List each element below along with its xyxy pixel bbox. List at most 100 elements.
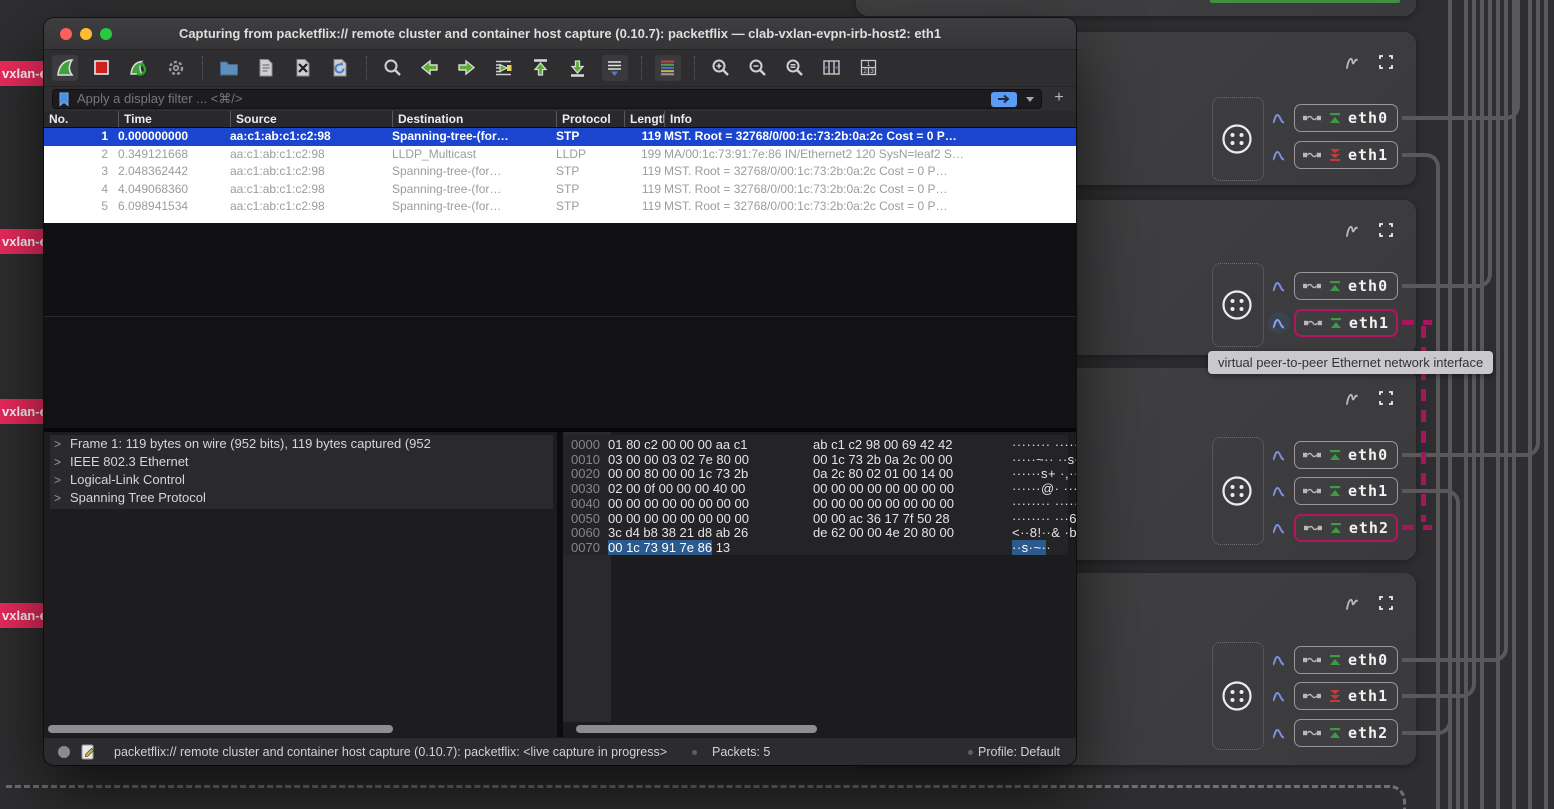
interface-pill-eth1-captured[interactable]: eth1	[1294, 309, 1398, 337]
close-window-button[interactable]	[60, 28, 72, 40]
interface-pill-eth0[interactable]: eth0	[1294, 646, 1398, 674]
traffic-wave-icon[interactable]	[1268, 107, 1290, 129]
open-capture-file-button[interactable]	[216, 55, 242, 81]
expander-icon[interactable]: >	[54, 437, 61, 451]
go-to-last-packet-button[interactable]	[565, 55, 591, 81]
traffic-wave-icon[interactable]	[1268, 144, 1290, 166]
traffic-wave-icon[interactable]	[1268, 275, 1290, 297]
save-capture-file-button[interactable]	[253, 55, 279, 81]
interface-pill-eth0[interactable]: eth0	[1294, 441, 1398, 469]
restart-capture-button[interactable]	[126, 55, 152, 81]
hex-hscrollbar[interactable]	[567, 725, 1067, 733]
link-up-icon	[1328, 484, 1342, 498]
packet-row[interactable]: 10.000000000aa:c1:ab:c1:c2:98Spanning-tr…	[44, 128, 1076, 146]
find-packet-button[interactable]	[380, 55, 406, 81]
zoom-window-button[interactable]	[100, 28, 112, 40]
detail-tree-item[interactable]: >Spanning Tree Protocol	[54, 490, 206, 508]
add-filter-button[interactable]: +	[1050, 90, 1068, 108]
stop-capture-button[interactable]	[89, 55, 115, 81]
filter-history-dropdown[interactable]	[1023, 92, 1037, 107]
packet-list-empty-area[interactable]	[44, 316, 1076, 429]
expander-icon[interactable]: >	[54, 491, 61, 505]
traffic-wave-icon[interactable]	[1268, 312, 1290, 334]
node-name-badge[interactable]: vxlan-e	[0, 229, 46, 254]
packet-row[interactable]: 56.098941534aa:c1:ab:c1:c2:98Spanning-tr…	[44, 198, 1076, 216]
expand-icon[interactable]	[1377, 53, 1395, 78]
column-header-destination[interactable]: Destination	[392, 111, 556, 127]
traffic-wave-icon[interactable]	[1268, 480, 1290, 502]
details-hscrollbar[interactable]	[48, 725, 548, 733]
column-header-source[interactable]: Source	[230, 111, 392, 127]
hex-dump-pane[interactable]: 000001 80 c2 00 00 00 aa c1ab c1 c2 98 0…	[563, 432, 1076, 737]
packet-details-pane[interactable]: >Frame 1: 119 bytes on wire (952 bits), …	[44, 432, 557, 737]
expand-icon[interactable]	[1377, 594, 1395, 619]
go-back-button[interactable]	[417, 55, 443, 81]
zoom-in-button[interactable]	[708, 55, 734, 81]
number-columns-button[interactable]: 123	[856, 55, 882, 81]
close-capture-file-button[interactable]	[290, 55, 316, 81]
traffic-wave-icon[interactable]	[1268, 517, 1290, 539]
capture-squiggle-icon[interactable]	[1343, 221, 1363, 246]
column-header-time[interactable]: Time	[118, 111, 230, 127]
zoom-out-button[interactable]	[745, 55, 771, 81]
traffic-wave-icon[interactable]	[1268, 444, 1290, 466]
interface-pill-eth1[interactable]: eth1	[1294, 141, 1398, 169]
traffic-wave-icon[interactable]	[1268, 685, 1290, 707]
cable-icon	[1302, 690, 1322, 702]
expander-icon[interactable]: >	[54, 473, 61, 487]
scrollbar-thumb[interactable]	[576, 725, 817, 733]
interface-pill-eth1[interactable]: eth1	[1294, 477, 1398, 505]
packet-row[interactable]: 32.048362442aa:c1:ab:c1:c2:98Spanning-tr…	[44, 163, 1076, 181]
interface-pill-eth1[interactable]: eth1	[1294, 682, 1398, 710]
minimize-window-button[interactable]	[80, 28, 92, 40]
interface-pill-eth0[interactable]: eth0	[1294, 272, 1398, 300]
detail-tree-item[interactable]: >IEEE 802.3 Ethernet	[54, 454, 189, 472]
capture-options-button[interactable]	[163, 55, 189, 81]
expand-icon[interactable]	[1377, 389, 1395, 414]
detail-tree-item[interactable]: >Logical-Link Control	[54, 472, 185, 490]
colorize-packets-button[interactable]	[655, 55, 681, 81]
node-name-badge[interactable]: vxlan-e	[0, 61, 46, 86]
resize-columns-button[interactable]	[819, 55, 845, 81]
capture-squiggle-icon[interactable]	[1343, 389, 1363, 414]
node-name-badge[interactable]: vxlan-e	[0, 603, 46, 628]
packet-row[interactable]: 20.349121668aa:c1:ab:c1:c2:98LLDP_Multic…	[44, 146, 1076, 164]
apply-filter-button[interactable]	[991, 92, 1017, 107]
column-header-protocol[interactable]: Protocol	[556, 111, 624, 127]
zoom-reset-button[interactable]	[782, 55, 808, 81]
column-header-info[interactable]: Info	[664, 111, 1076, 127]
cable-icon	[1302, 149, 1322, 161]
capture-squiggle-icon[interactable]	[1343, 594, 1363, 619]
node-name-badge[interactable]: vxlan-e	[0, 399, 46, 424]
capture-squiggle-icon[interactable]	[1343, 53, 1363, 78]
scrollbar-thumb[interactable]	[48, 725, 393, 733]
auto-scroll-button[interactable]	[602, 55, 628, 81]
traffic-wave-icon[interactable]	[1268, 722, 1290, 744]
interface-pill-eth2[interactable]: eth2	[1294, 719, 1398, 747]
container-node-icon[interactable]	[1220, 288, 1254, 322]
interface-pill-eth0[interactable]: eth0	[1294, 104, 1398, 132]
go-to-first-packet-button[interactable]	[528, 55, 554, 81]
reload-capture-file-button[interactable]	[327, 55, 353, 81]
filter-bookmark-icon[interactable]	[57, 91, 71, 107]
container-node-icon[interactable]	[1220, 122, 1254, 156]
profile-label[interactable]: Profile: Default	[978, 745, 1060, 759]
expand-icon[interactable]	[1377, 221, 1395, 246]
container-node-icon[interactable]	[1220, 474, 1254, 508]
detail-tree-item[interactable]: >Frame 1: 119 bytes on wire (952 bits), …	[54, 436, 431, 454]
traffic-wave-icon[interactable]	[1268, 649, 1290, 671]
go-forward-button[interactable]	[454, 55, 480, 81]
column-header-length[interactable]: Length	[624, 111, 664, 127]
packet-row[interactable]: 44.049068360aa:c1:ab:c1:c2:98Spanning-tr…	[44, 181, 1076, 199]
interface-pill-eth2-captured[interactable]: eth2	[1294, 514, 1398, 542]
capture-status-dot[interactable]	[58, 746, 70, 758]
start-capture-button[interactable]	[52, 55, 78, 81]
title-bar[interactable]: Capturing from packetflix:// remote clus…	[44, 18, 1076, 50]
expander-icon[interactable]: >	[54, 455, 61, 469]
column-header-no[interactable]: No.	[44, 111, 118, 127]
display-filter-input[interactable]: Apply a display filter ... <⌘/>	[52, 89, 1042, 109]
shark-fin-icon	[53, 56, 77, 80]
go-to-packet-button[interactable]	[491, 55, 517, 81]
container-node-icon[interactable]	[1220, 679, 1254, 713]
expert-info-icon[interactable]	[80, 743, 97, 761]
